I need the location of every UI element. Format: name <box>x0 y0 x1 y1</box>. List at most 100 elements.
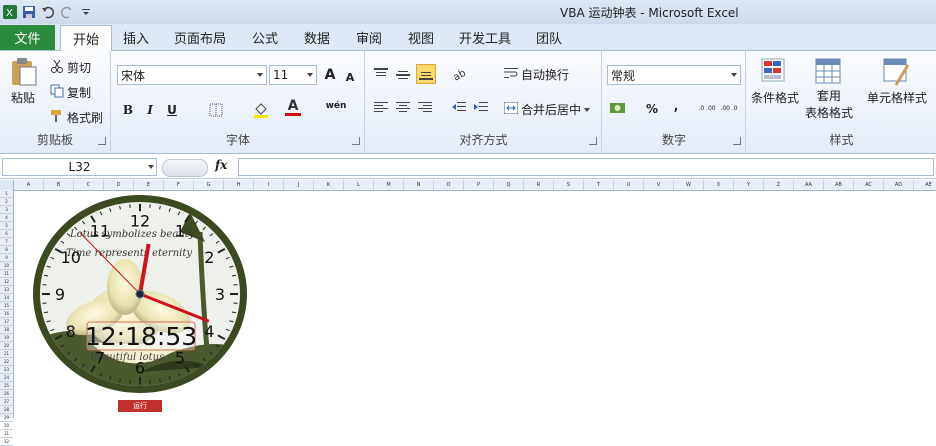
borders-button[interactable] <box>207 101 225 119</box>
align-center-button[interactable] <box>394 99 412 117</box>
tab-team[interactable]: 团队 <box>529 25 569 50</box>
column-header[interactable]: Z <box>764 180 794 190</box>
increase-decimal-button[interactable]: .0 .00 <box>697 100 717 118</box>
row-header[interactable]: 31 <box>0 430 13 438</box>
row-header[interactable]: 22 <box>0 358 13 366</box>
number-format-select[interactable]: 常规 <box>607 65 741 85</box>
row-header[interactable]: 1 <box>0 190 13 198</box>
percent-button[interactable]: % <box>643 100 661 118</box>
cell-styles-button[interactable]: 单元格样式 <box>867 57 927 106</box>
row-header[interactable]: 5 <box>0 222 13 230</box>
row-header[interactable]: 2 <box>0 198 13 206</box>
align-right-button[interactable] <box>416 99 434 117</box>
column-header[interactable]: V <box>644 180 674 190</box>
row-header[interactable]: 11 <box>0 270 13 278</box>
alignment-launcher-icon[interactable] <box>589 137 597 145</box>
tab-insert[interactable]: 插入 <box>115 25 157 50</box>
row-header[interactable]: 18 <box>0 326 13 334</box>
column-header[interactable]: Y <box>734 180 764 190</box>
name-box[interactable]: L32 <box>2 158 157 176</box>
column-header[interactable]: AC <box>854 180 884 190</box>
customize-qat-icon[interactable] <box>78 4 94 20</box>
row-header[interactable]: 13 <box>0 286 13 294</box>
column-header[interactable]: U <box>614 180 644 190</box>
font-launcher-icon[interactable] <box>352 137 360 145</box>
column-header[interactable]: B <box>44 180 74 190</box>
row-header[interactable]: 23 <box>0 366 13 374</box>
bottom-align-button[interactable] <box>416 64 436 84</box>
redo-icon[interactable] <box>59 4 75 20</box>
column-header[interactable]: Q <box>494 180 524 190</box>
fx-icon[interactable]: fx <box>215 158 227 172</box>
row-header[interactable]: 3 <box>0 206 13 214</box>
column-header[interactable]: J <box>284 180 314 190</box>
column-header[interactable]: K <box>314 180 344 190</box>
comma-button[interactable]: , <box>667 97 685 115</box>
conditional-format-button[interactable]: 条件格式 <box>751 57 799 106</box>
column-header[interactable]: AD <box>884 180 914 190</box>
row-header[interactable]: 16 <box>0 310 13 318</box>
column-header[interactable]: F <box>164 180 194 190</box>
run-button[interactable]: 运行 <box>118 400 162 412</box>
column-header[interactable]: S <box>554 180 584 190</box>
row-header[interactable]: 20 <box>0 342 13 350</box>
column-header[interactable]: P <box>464 180 494 190</box>
column-header[interactable]: T <box>584 180 614 190</box>
fill-color-button[interactable] <box>252 101 270 119</box>
tab-formulas[interactable]: 公式 <box>245 25 285 50</box>
row-header[interactable]: 6 <box>0 230 13 238</box>
row-header[interactable]: 4 <box>0 214 13 222</box>
bold-button[interactable]: B <box>119 101 137 119</box>
row-header[interactable]: 32 <box>0 438 13 446</box>
phonetic-button[interactable]: wén <box>327 97 345 115</box>
column-header[interactable]: R <box>524 180 554 190</box>
column-header[interactable]: AA <box>794 180 824 190</box>
row-header[interactable]: 28 <box>0 406 13 414</box>
row-header[interactable]: 17 <box>0 318 13 326</box>
row-header[interactable]: 12 <box>0 278 13 286</box>
row-header[interactable]: 30 <box>0 422 13 430</box>
chevron-down-icon[interactable] <box>148 165 154 169</box>
tab-page-layout[interactable]: 页面布局 <box>170 25 230 50</box>
row-header[interactable]: 25 <box>0 382 13 390</box>
wrap-text-button[interactable]: 自动换行 <box>504 66 569 83</box>
decrease-decimal-button[interactable]: .00 .0 <box>719 100 739 118</box>
row-header[interactable]: 26 <box>0 390 13 398</box>
italic-button[interactable]: I <box>141 101 159 119</box>
decrease-indent-button[interactable] <box>450 99 468 117</box>
shrink-font-button[interactable]: A <box>341 68 359 86</box>
analog-clock[interactable]: Lotus symbolizes beauty Time represents … <box>30 192 250 396</box>
column-header[interactable]: A <box>14 180 44 190</box>
tab-view[interactable]: 视图 <box>401 25 441 50</box>
align-left-button[interactable] <box>372 99 390 117</box>
column-header[interactable]: AE <box>914 180 936 190</box>
worksheet[interactable]: ABCDEFGHIJKLMNOPQRSTUVWXYZAAABACADAEAF 1… <box>0 180 936 418</box>
row-header[interactable]: 7 <box>0 238 13 246</box>
row-header[interactable]: 24 <box>0 374 13 382</box>
column-header[interactable]: W <box>674 180 704 190</box>
format-painter-button[interactable]: 格式刷 <box>50 109 103 126</box>
merge-center-button[interactable]: 合并后居中 <box>504 101 590 118</box>
column-header[interactable]: G <box>194 180 224 190</box>
paste-button[interactable]: 粘贴 <box>8 57 38 106</box>
increase-indent-button[interactable] <box>472 99 490 117</box>
formula-input[interactable] <box>238 158 934 176</box>
save-icon[interactable] <box>21 4 37 20</box>
row-header[interactable]: 8 <box>0 246 13 254</box>
copy-button[interactable]: 复制 <box>50 84 91 101</box>
column-header[interactable]: E <box>134 180 164 190</box>
grow-font-button[interactable]: A <box>321 66 339 84</box>
column-header[interactable]: AB <box>824 180 854 190</box>
column-header[interactable]: H <box>224 180 254 190</box>
tab-data[interactable]: 数据 <box>297 25 337 50</box>
column-header[interactable]: L <box>344 180 374 190</box>
font-color-button[interactable]: A <box>284 99 302 117</box>
row-header[interactable]: 19 <box>0 334 13 342</box>
row-header[interactable]: 9 <box>0 254 13 262</box>
font-name-select[interactable]: 宋体 <box>117 65 267 85</box>
column-header[interactable]: O <box>434 180 464 190</box>
format-as-table-button[interactable]: 套用 表格格式 <box>805 57 853 121</box>
tab-file[interactable]: 文件 <box>0 25 55 50</box>
middle-align-button[interactable] <box>394 65 412 83</box>
currency-button[interactable] <box>609 99 627 117</box>
